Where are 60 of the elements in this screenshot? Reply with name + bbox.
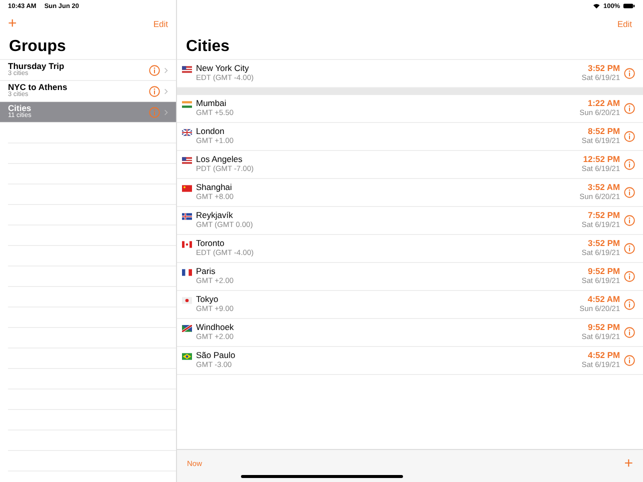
groups-title: Groups xyxy=(8,37,67,57)
info-icon[interactable] xyxy=(624,355,635,366)
info-icon[interactable] xyxy=(624,243,635,254)
info-icon[interactable] xyxy=(624,131,635,142)
city-time: 12:52 PM xyxy=(583,155,620,166)
flag-icon xyxy=(182,101,192,108)
city-name: Shanghai xyxy=(196,183,233,194)
city-time: 7:52 PM xyxy=(588,211,620,222)
city-name: Los Angeles xyxy=(196,155,244,166)
flag-icon xyxy=(182,353,192,360)
city-name: São Paulo xyxy=(196,351,236,362)
edit-button[interactable]: Edit xyxy=(617,18,632,28)
city-name: Reykjavík xyxy=(196,211,234,222)
add-button[interactable]: + xyxy=(624,456,633,470)
flag-icon xyxy=(182,241,192,248)
edit-button[interactable]: Edit xyxy=(153,18,168,28)
flag-icon xyxy=(182,269,192,276)
city-time: 9:52 PM xyxy=(588,267,620,278)
city-time: 3:52 AM xyxy=(588,183,620,194)
flag-icon xyxy=(182,297,192,304)
chevron-icon xyxy=(164,108,168,116)
city-time: 3:52 PM xyxy=(588,64,620,74)
info-icon[interactable] xyxy=(624,327,635,338)
chevron-icon xyxy=(164,88,168,94)
info-icon[interactable] xyxy=(149,86,160,96)
info-icon[interactable] xyxy=(624,215,635,226)
info-icon[interactable] xyxy=(624,187,635,198)
battery-icon xyxy=(623,3,635,9)
info-icon[interactable] xyxy=(624,103,635,114)
info-icon[interactable] xyxy=(624,159,635,170)
city-time: 9:52 PM xyxy=(588,323,620,334)
flag-icon xyxy=(182,129,192,136)
group-name: Thursday Trip xyxy=(8,62,66,72)
city-name: Toronto xyxy=(196,239,226,250)
info-icon[interactable] xyxy=(624,299,635,310)
city-time: 4:52 PM xyxy=(588,351,620,362)
city-name: Paris xyxy=(196,267,216,278)
city-time: 4:52 AM xyxy=(588,295,620,306)
flag-icon xyxy=(182,213,192,220)
city-name: Tokyo xyxy=(196,295,220,306)
flag-icon xyxy=(182,157,192,164)
chevron-icon xyxy=(164,66,168,74)
info-icon[interactable] xyxy=(624,68,635,79)
group-name: NYC to Athens xyxy=(8,83,68,92)
city-time: 1:22 AM xyxy=(588,99,620,110)
info-icon[interactable] xyxy=(149,64,160,76)
cities-title: Cities xyxy=(185,37,231,57)
info-icon[interactable] xyxy=(624,271,635,282)
flag-icon xyxy=(182,66,192,73)
wifi-icon xyxy=(593,3,600,9)
flag-icon xyxy=(182,185,192,192)
city-name: Mumbai xyxy=(196,99,228,110)
city-name: New York City xyxy=(196,64,250,74)
city-name: Windhoek xyxy=(196,323,235,334)
city-time: 8:52 PM xyxy=(588,127,620,138)
add-button[interactable]: + xyxy=(8,16,17,31)
flag-icon xyxy=(182,325,192,332)
group-name: Cities xyxy=(8,104,32,114)
city-name: London xyxy=(196,127,226,138)
city-time: 3:52 PM xyxy=(588,239,620,250)
